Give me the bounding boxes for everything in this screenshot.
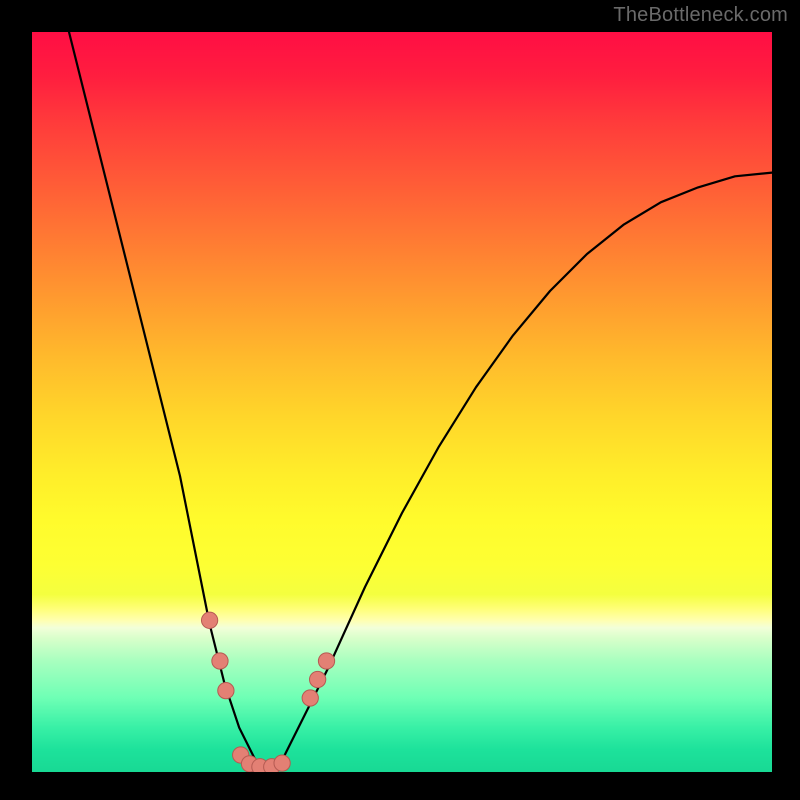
data-point [274, 755, 290, 771]
data-point [318, 653, 334, 669]
data-point [212, 653, 228, 669]
data-points-layer [201, 612, 334, 772]
plot-area [32, 32, 772, 772]
data-point [302, 690, 318, 706]
chart-frame: TheBottleneck.com [0, 0, 800, 800]
data-point [201, 612, 217, 628]
curve-svg [32, 32, 772, 772]
watermark-text: TheBottleneck.com [613, 4, 788, 27]
bottleneck-curve [69, 32, 772, 768]
data-point [218, 682, 234, 698]
data-point [310, 671, 326, 687]
